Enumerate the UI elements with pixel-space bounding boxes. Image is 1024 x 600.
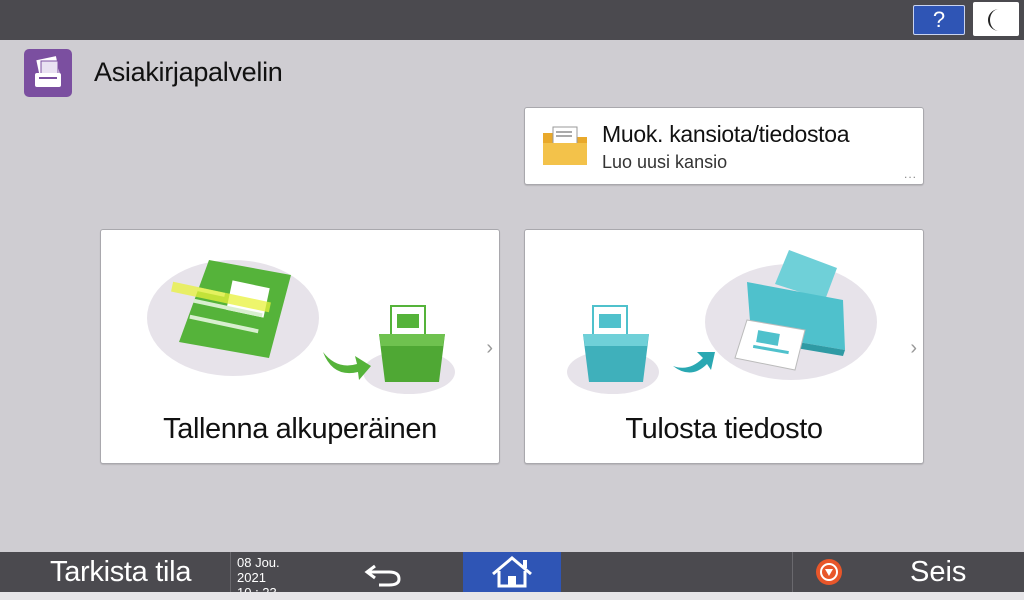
home-button[interactable] — [463, 552, 561, 592]
store-original-button[interactable]: › Tallenna alkuperäinen — [100, 229, 500, 464]
print-file-illustration — [567, 250, 877, 394]
home-icon — [492, 556, 532, 588]
help-button[interactable]: ? — [913, 5, 965, 35]
back-arrow-icon — [364, 564, 401, 587]
check-status-button[interactable]: Tarkista tila — [50, 556, 191, 589]
night-mode-button[interactable] — [973, 2, 1019, 36]
folder-card-title: Muok. kansiota/tiedostoa — [602, 121, 850, 147]
folder-icon — [543, 126, 587, 165]
store-original-illustration — [147, 260, 455, 394]
date-time-display: 08 Jou. 2021 10 : 23 — [230, 552, 310, 600]
moon-icon — [988, 9, 999, 31]
print-file-label: Tulosta tiedosto — [625, 413, 823, 445]
print-file-button[interactable]: › Tulosta tiedosto — [524, 229, 924, 464]
page-title: Asiakirjapalvelin — [94, 57, 283, 87]
stop-icon[interactable] — [815, 558, 843, 586]
chevron-right-icon: › — [910, 337, 917, 359]
stop-button[interactable]: Seis — [910, 556, 966, 589]
edit-folder-file-button[interactable]: Muok. kansiota/tiedostoa Luo uusi kansio… — [524, 107, 924, 185]
bottom-strip — [0, 592, 1024, 600]
chevron-right-icon: › — [486, 337, 493, 359]
more-indicator: ... — [903, 167, 917, 181]
store-original-label: Tallenna alkuperäinen — [163, 413, 437, 445]
document-server-icon — [24, 49, 72, 97]
folder-card-subtitle: Luo uusi kansio — [602, 152, 728, 172]
date-text: 08 Jou. 2021 — [237, 555, 280, 585]
divider — [792, 552, 793, 592]
help-icon: ? — [932, 7, 946, 32]
back-button[interactable] — [363, 560, 405, 588]
top-bar: ? — [0, 0, 1024, 40]
